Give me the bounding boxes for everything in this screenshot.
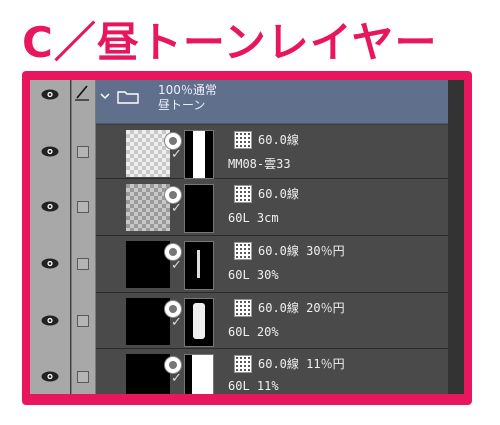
eye-icon[interactable]: [41, 371, 59, 382]
tone-setting: 60.0線 20％円: [258, 301, 345, 315]
check-mark-icon: ✓: [171, 201, 182, 216]
mask-thumbnail: [184, 184, 214, 233]
layer-row[interactable]: ✓ 60.0線 30％円 60L 30%: [30, 236, 448, 293]
layer-content[interactable]: ✓ 60.0線 60L 3cm: [96, 179, 448, 236]
mask-thumbnail: [184, 354, 214, 394]
eye-icon[interactable]: [41, 146, 59, 157]
pen-icon: [75, 85, 89, 101]
tone-setting: 60.0線 11％円: [258, 357, 345, 371]
check-mark-icon: ✓: [171, 258, 182, 273]
eye-icon[interactable]: [41, 315, 59, 326]
layer-row[interactable]: ✓ 60.0線 11％円 60L 11%: [30, 349, 448, 394]
layer-content[interactable]: ✓ 60.0線 11％円 60L 11%: [96, 349, 448, 394]
layer-name: 60L 20%: [228, 325, 279, 339]
eye-icon[interactable]: [41, 89, 59, 100]
edit-checkbox[interactable]: [77, 258, 89, 270]
edit-checkbox[interactable]: [77, 315, 89, 327]
halftone-icon: [234, 185, 252, 203]
chevron-down-icon[interactable]: [100, 91, 110, 101]
layer-row[interactable]: ✓ 60.0線 20％円 60L 20%: [30, 293, 448, 349]
edit-checkbox[interactable]: [77, 201, 89, 213]
folder-name: 昼トーン: [158, 98, 206, 112]
layer-name: 60L 11%: [228, 379, 279, 393]
layer-thumbnail: [126, 184, 182, 231]
halftone-icon: [234, 131, 252, 149]
layer-row[interactable]: ✓ 60.0線 60L 3cm: [30, 179, 448, 236]
layer-thumbnail: [126, 241, 182, 288]
tone-setting: 60.0線 30％円: [258, 244, 345, 258]
mask-thumbnail: [184, 130, 214, 179]
layer-thumbnail: [126, 298, 182, 345]
halftone-icon: [234, 242, 252, 260]
halftone-icon: [234, 355, 252, 373]
layer-folder-row[interactable]: 100％通常 昼トーン: [30, 80, 448, 124]
layer-thumbnail: [126, 354, 182, 394]
layer-thumbnail: [126, 130, 182, 177]
scrollbar[interactable]: [448, 80, 464, 394]
layer-content[interactable]: ✓ 60.0線 20％円 60L 20%: [96, 293, 448, 349]
folder-content[interactable]: 100％通常 昼トーン: [96, 80, 448, 124]
check-mark-icon: ✓: [171, 371, 182, 386]
layer-name: 60L 30%: [228, 268, 279, 282]
tone-setting: 60.0線: [258, 187, 299, 201]
highlight-frame: 100％通常 昼トーン ✓ 60.0線 MM08-雲33 ✓ 60.0線 60L…: [22, 71, 472, 405]
page-title: C／昼トーンレイヤー: [22, 18, 438, 67]
layer-content[interactable]: ✓ 60.0線 MM08-雲33: [96, 125, 448, 179]
eye-icon[interactable]: [41, 258, 59, 269]
halftone-icon: [234, 299, 252, 317]
check-mark-icon: ✓: [171, 315, 182, 330]
layer-name: MM08-雲33: [228, 157, 291, 171]
mask-thumbnail: [184, 241, 214, 290]
mask-thumbnail: [184, 298, 214, 347]
folder-icon: [117, 91, 139, 104]
check-mark-icon: ✓: [171, 147, 182, 162]
edit-checkbox[interactable]: [77, 146, 89, 158]
tone-setting: 60.0線: [258, 133, 299, 147]
edit-checkbox[interactable]: [77, 371, 89, 383]
layer-row[interactable]: ✓ 60.0線 MM08-雲33: [30, 125, 448, 179]
layer-content[interactable]: ✓ 60.0線 30％円 60L 30%: [96, 236, 448, 293]
eye-icon[interactable]: [41, 201, 59, 212]
layer-panel: 100％通常 昼トーン ✓ 60.0線 MM08-雲33 ✓ 60.0線 60L…: [30, 80, 464, 394]
layer-name: 60L 3cm: [228, 211, 279, 225]
